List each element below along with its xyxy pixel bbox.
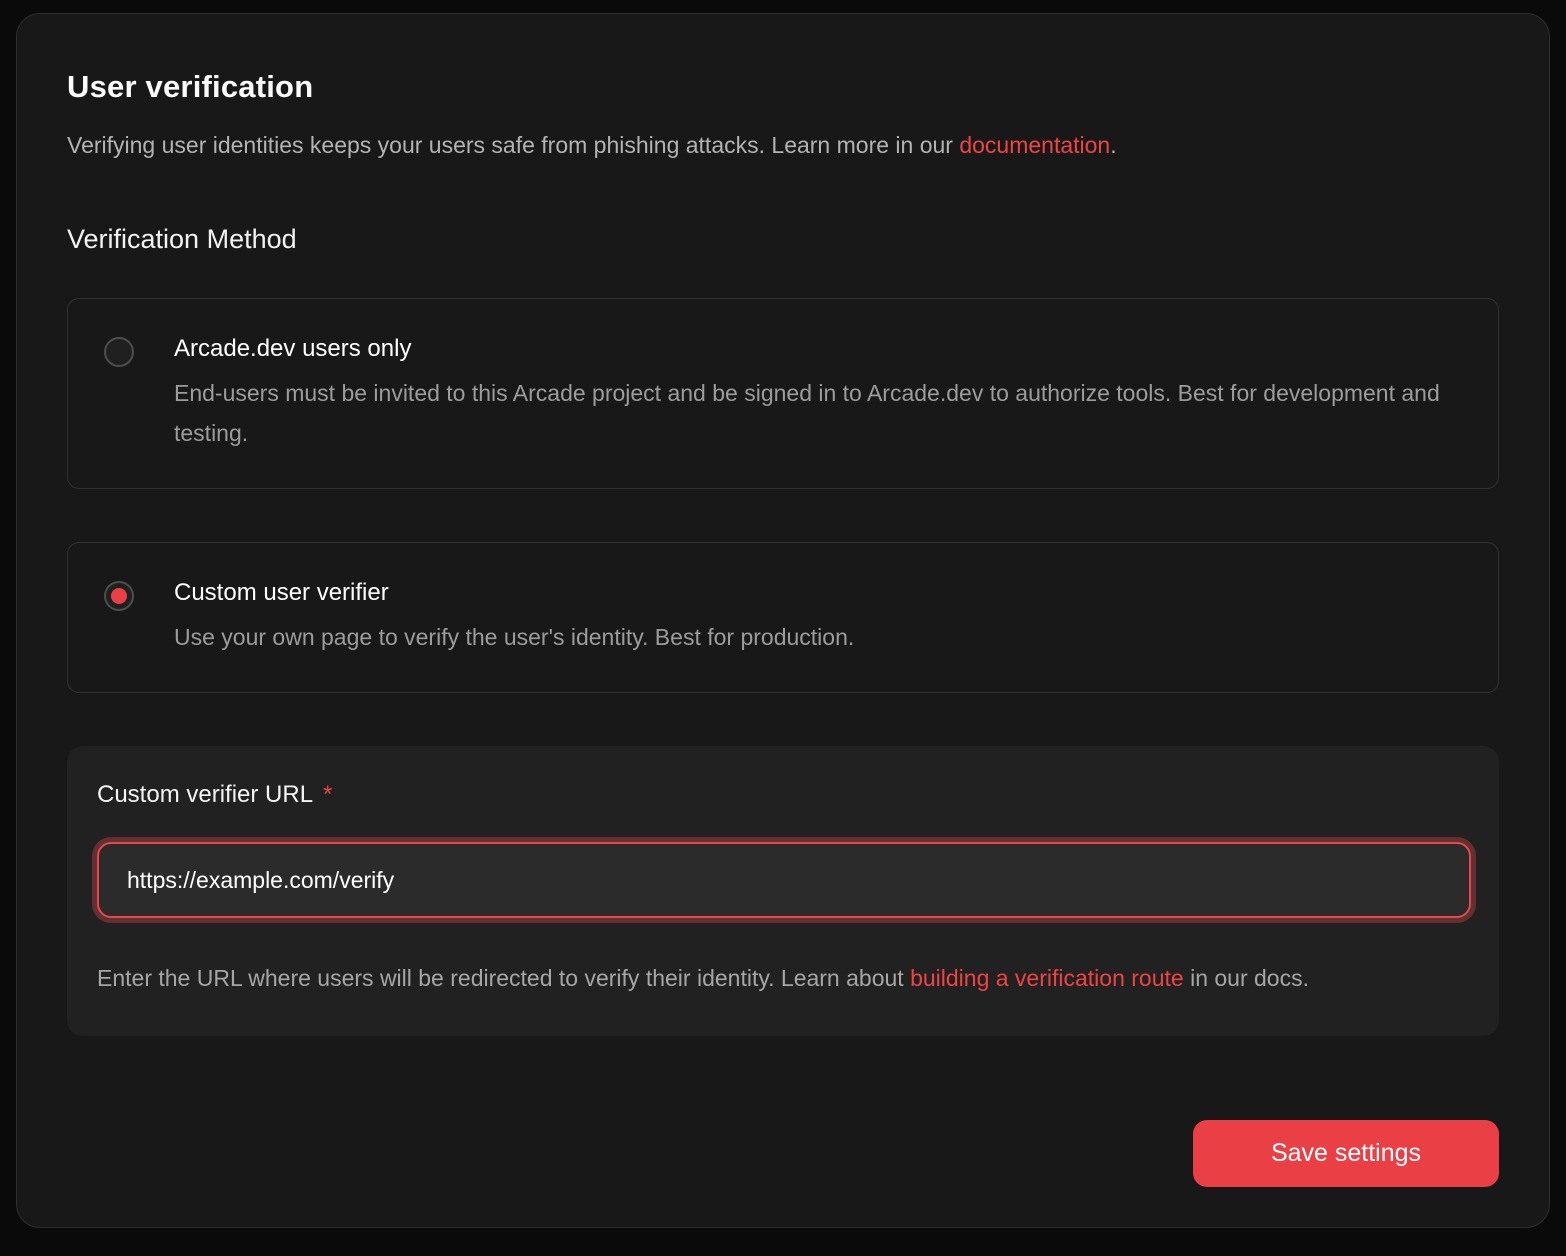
intro-text: Verifying user identities keeps your use… [67,130,1499,160]
intro-period: . [1110,132,1116,158]
option-body: Custom user verifier Use your own page t… [174,578,1462,657]
custom-verifier-url-input[interactable] [97,842,1471,918]
documentation-link[interactable]: documentation [959,132,1110,158]
required-asterisk: * [323,781,332,808]
field-label-text: Custom verifier URL [97,781,313,808]
option-description-custom-user-verifier: Use your own page to verify the user's i… [174,617,1462,657]
option-body: Arcade.dev users only End-users must be … [174,334,1462,453]
verification-route-link[interactable]: building a verification route [910,965,1184,991]
custom-verifier-url-section: Custom verifier URL * Enter the URL where… [67,746,1499,1036]
helper-text-suffix: in our docs. [1190,965,1309,991]
radio-button-arcade-users-only[interactable] [104,337,134,367]
radio-button-custom-user-verifier[interactable] [104,581,134,611]
intro-text-main: Verifying user identities keeps your use… [67,132,953,158]
page-title: User verification [67,68,1499,106]
option-label-custom-user-verifier: Custom user verifier [174,578,1462,608]
option-label-arcade-users-only: Arcade.dev users only [174,334,1462,364]
custom-verifier-url-label: Custom verifier URL * [97,780,1471,810]
option-card-custom-user-verifier[interactable]: Custom user verifier Use your own page t… [67,542,1499,693]
helper-text-main: Enter the URL where users will be redire… [97,965,904,991]
user-verification-panel: User verification Verifying user identit… [16,13,1550,1228]
actions-row: Save settings [67,1120,1499,1187]
option-card-arcade-users-only[interactable]: Arcade.dev users only End-users must be … [67,298,1499,489]
option-description-arcade-users-only: End-users must be invited to this Arcade… [174,373,1462,453]
helper-text: Enter the URL where users will be redire… [97,958,1459,998]
verification-method-heading: Verification Method [67,222,1499,256]
save-settings-button[interactable]: Save settings [1193,1120,1499,1187]
